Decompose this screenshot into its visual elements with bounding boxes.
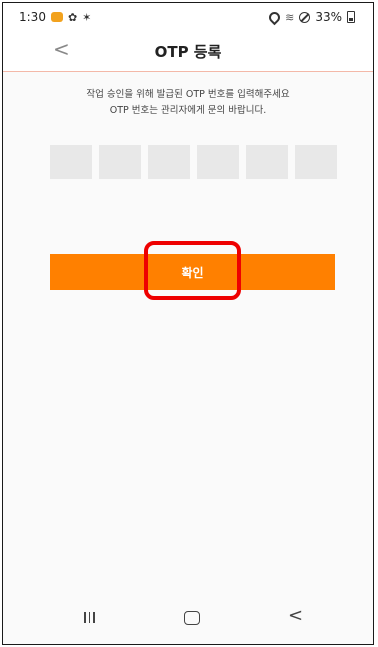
home-icon[interactable] [184,611,200,625]
status-right: ≋ 33% [266,9,355,25]
otp-digit-2[interactable] [99,145,141,179]
instruction-line-1: 작업 승인을 위해 발급된 OTP 번호를 입력해주세요 [86,89,290,100]
instruction-line-2: OTP 번호는 관리자에게 문의 바랍니다. [109,105,267,116]
star-icon: ✶ [82,10,92,24]
location-icon [266,9,283,25]
status-time: 1:30 [19,10,46,24]
phone-frame: 1:30 ✿ ✶ ≋ 33% < OTP 등록 작업 승인을 위해 발급된 OT… [2,2,374,645]
otp-input-row [50,145,337,179]
instructions: 작업 승인을 위해 발급된 OTP 번호를 입력해주세요 OTP 번호는 관리자… [3,87,373,119]
recent-apps-icon[interactable] [84,612,95,623]
otp-digit-3[interactable] [148,145,190,179]
notification-icon [50,12,63,22]
otp-digit-5[interactable] [246,145,288,179]
navigation-bar: < [3,598,373,644]
settings-icon: ✿ [67,10,78,24]
app-header: < OTP 등록 [3,31,373,72]
battery-percent: 33% [315,10,342,24]
otp-digit-6[interactable] [295,145,337,179]
battery-icon [347,11,355,23]
confirm-button[interactable]: 확인 [50,254,335,290]
otp-digit-1[interactable] [50,145,92,179]
status-bar: 1:30 ✿ ✶ ≋ 33% [3,3,373,31]
otp-digit-4[interactable] [197,145,239,179]
wifi-icon: ≋ [285,10,295,24]
back-icon[interactable]: < [288,606,303,626]
status-left: 1:30 ✿ ✶ [19,10,91,24]
do-not-disturb-icon [299,11,311,23]
page-title: OTP 등록 [154,43,222,61]
